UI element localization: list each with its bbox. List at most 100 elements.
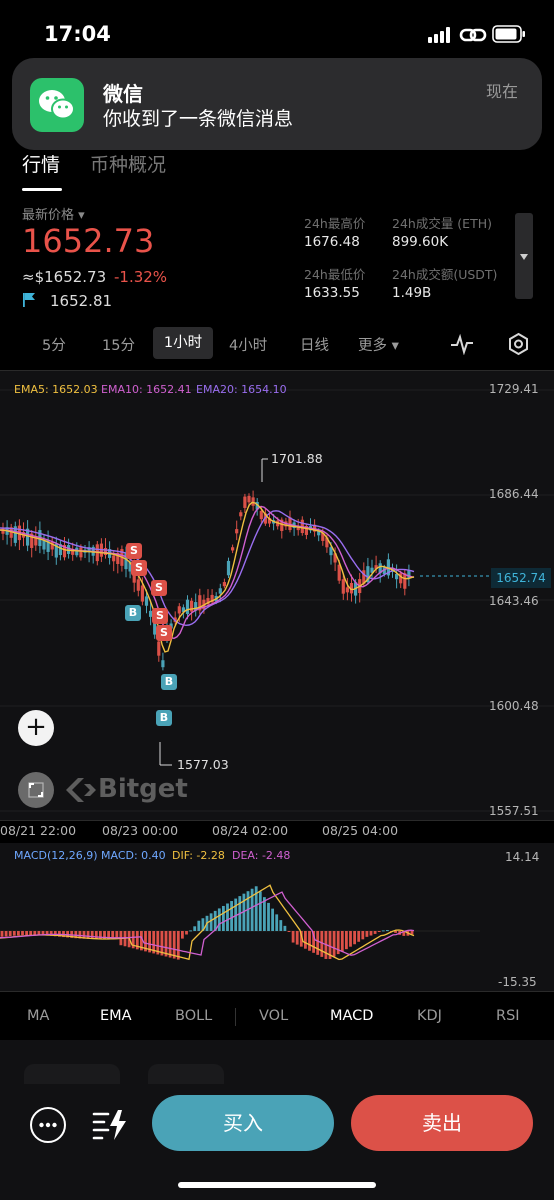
fullscreen-icon	[28, 782, 44, 798]
sell-signal-marker[interactable]: S	[131, 560, 147, 576]
macd-value-legend: MACD: 0.40	[101, 849, 166, 862]
x-axis-label: 08/24 02:00	[212, 823, 289, 838]
stat-24h-turnover-usdt: 1.49B	[392, 285, 432, 301]
ema5-legend: EMA5: 1652.03	[14, 383, 98, 396]
y-axis-label: 1686.44	[489, 487, 539, 501]
notification-title: 微信	[103, 82, 143, 106]
notification-banner[interactable]: 微信 你收到了一条微信消息 现在	[12, 58, 542, 150]
ema20-legend: EMA20: 1654.10	[196, 383, 287, 396]
y-axis-label: 1600.48	[489, 699, 539, 713]
timeframe-day[interactable]: 日线	[300, 334, 329, 355]
settings-icon[interactable]	[507, 332, 530, 356]
macd-histogram-bar	[230, 901, 233, 931]
mark-price: 1652.81	[50, 292, 113, 310]
indicator-ma[interactable]: MA	[27, 1008, 49, 1024]
macd-histogram-bar	[209, 913, 213, 931]
buy-button[interactable]: 买入	[152, 1095, 334, 1151]
macd-histogram-bar	[369, 931, 373, 936]
indicator-boll[interactable]: BOLL	[175, 1008, 212, 1024]
timeframe-4h[interactable]: 4小时	[229, 334, 267, 355]
add-drawing-button[interactable]: +	[18, 710, 54, 746]
personal-hotspot-icon	[459, 28, 487, 42]
macd-histogram-bar	[271, 908, 274, 931]
macd-axis-bottom: -15.35	[498, 975, 537, 989]
more-dots-icon	[39, 1122, 57, 1128]
candle-body	[157, 641, 161, 656]
candles-group	[1, 490, 411, 671]
partial-tab	[24, 1064, 120, 1084]
macd-histogram-bar	[381, 930, 385, 932]
candle-body	[243, 496, 247, 508]
active-tab-indicator	[22, 188, 62, 191]
macd-histogram-bar	[365, 931, 369, 937]
sell-signal-marker[interactable]: S	[151, 580, 167, 596]
stat-label-24h-turnover-usdt: 24h成交额(USDT)	[392, 267, 498, 282]
candle-body	[222, 582, 226, 587]
battery-icon	[492, 25, 525, 43]
macd-histogram-bar	[349, 931, 352, 947]
sell-signal-marker[interactable]: S	[156, 625, 172, 641]
latest-price-dropdown[interactable]: 最新价格 ▾	[22, 204, 85, 223]
current-price-tag[interactable]: 1652.74	[491, 568, 551, 588]
buy-signal-marker[interactable]: B	[161, 674, 177, 690]
more-options-button[interactable]	[30, 1107, 66, 1143]
macd-axis-top: 14.14	[505, 850, 540, 864]
fullscreen-button[interactable]	[18, 772, 54, 808]
timeframe-5m[interactable]: 5分	[42, 334, 66, 355]
candle-body	[226, 560, 231, 576]
macd-histogram-bar	[0, 931, 4, 937]
buy-signal-marker[interactable]: B	[156, 710, 172, 726]
timeframe-more[interactable]: 更多 ▾	[358, 334, 399, 355]
indicator-wave-icon[interactable]	[450, 333, 474, 355]
macd-histogram-bar	[287, 931, 291, 932]
indicator-kdj[interactable]: KDJ	[417, 1008, 442, 1024]
candle-body	[79, 547, 83, 558]
buy-signal-marker[interactable]: B	[125, 605, 141, 621]
macd-histogram-bar	[185, 931, 188, 935]
indicator-macd[interactable]: MACD	[330, 1008, 373, 1024]
tab-coin-overview[interactable]: 币种概况	[90, 150, 166, 177]
macd-histogram-bar	[12, 931, 16, 936]
indicator-rsi[interactable]: RSI	[496, 1008, 520, 1024]
candle-body	[144, 596, 149, 606]
macd-histogram-bar	[373, 931, 377, 934]
candle-body	[345, 587, 349, 593]
status-time: 17:04	[44, 22, 111, 46]
sell-signal-marker[interactable]: S	[126, 543, 142, 559]
macd-histogram-bar	[217, 908, 221, 931]
timeframe-1h[interactable]: 1小时	[153, 327, 213, 359]
bitget-watermark: Bitget	[98, 774, 188, 804]
macd-histogram-bar	[332, 931, 336, 957]
macd-histogram-bar	[25, 931, 28, 936]
candle-body	[112, 555, 116, 562]
candle-body	[407, 570, 411, 579]
candle-body	[341, 579, 345, 594]
macd-histogram-bar	[115, 931, 119, 938]
macd-histogram-bar	[197, 920, 201, 931]
macd-histogram-bar	[377, 931, 381, 932]
macd-histogram-bar	[279, 920, 283, 931]
tab-market[interactable]: 行情	[22, 150, 60, 177]
macd-histogram-bar	[29, 931, 33, 936]
wechat-app-icon	[30, 78, 84, 132]
sell-button[interactable]: 卖出	[351, 1095, 533, 1151]
candle-body	[161, 660, 165, 668]
quick-trade-icon[interactable]	[92, 1108, 128, 1142]
ema20-line	[0, 510, 415, 627]
macd-histogram-bar	[17, 931, 20, 936]
candle-body	[1, 528, 5, 534]
macd-histogram-bar	[304, 931, 307, 949]
dif-line	[0, 884, 415, 961]
macd-histogram-bar	[222, 905, 225, 931]
caret-down-icon	[520, 254, 528, 260]
candle-body	[136, 579, 140, 591]
sell-signal-marker[interactable]: S	[152, 608, 168, 624]
indicator-vol[interactable]: VOL	[259, 1008, 288, 1024]
indicator-ema[interactable]: EMA	[100, 1008, 132, 1024]
macd-histogram-bar	[33, 931, 37, 936]
candle-body	[231, 547, 235, 551]
stat-label-24h-low: 24h最低价	[304, 267, 366, 282]
macd-histogram-bar	[386, 930, 389, 932]
timeframe-15m[interactable]: 15分	[102, 334, 135, 355]
stats-expand-button[interactable]	[515, 213, 533, 299]
